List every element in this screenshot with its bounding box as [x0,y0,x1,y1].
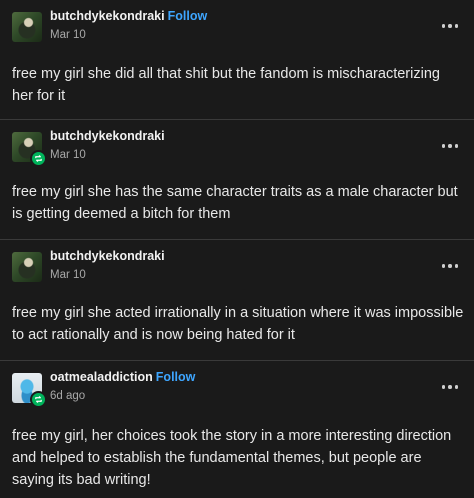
reblog-icon [30,391,47,408]
avatar[interactable] [12,252,42,282]
post-header: oatmealaddiction Follow 6d ago [12,371,195,408]
post-date[interactable]: 6d ago [50,390,195,403]
post-text: free my girl she has the same character … [12,184,458,222]
post-date[interactable]: Mar 10 [50,29,207,42]
username[interactable]: butchdykekondraki [50,129,165,143]
post-meta: oatmealaddiction Follow 6d ago [50,371,195,407]
avatar[interactable] [12,373,47,408]
post-header: butchdykekondraki Follow Mar 10 [12,10,207,46]
post: butchdykekondraki Follow Mar 10 free my g… [0,0,474,120]
post-feed: butchdykekondraki Follow Mar 10 free my g… [0,0,474,498]
post-date[interactable]: Mar 10 [50,269,165,282]
more-options-icon[interactable] [441,385,458,389]
post-header: butchdykekondraki Mar 10 [12,130,165,167]
reblog-icon [30,150,47,167]
username[interactable]: oatmealaddiction [50,370,153,384]
avatar[interactable] [12,132,47,167]
more-options-icon[interactable] [441,144,458,148]
avatar[interactable] [12,12,42,42]
post-header: butchdykekondraki Mar 10 [12,250,165,286]
more-options-icon[interactable] [441,24,458,28]
follow-button[interactable]: Follow [168,9,208,23]
username[interactable]: butchdykekondraki [50,9,165,23]
post-meta: butchdykekondraki Follow Mar 10 [50,10,207,46]
post: oatmealaddiction Follow 6d ago free my gi… [0,361,474,498]
post: butchdykekondraki Mar 10 free my girl sh… [0,240,474,361]
username[interactable]: butchdykekondraki [50,249,165,263]
post-text: free my girl she acted irrationally in a… [12,305,464,343]
more-options-icon[interactable] [441,264,458,268]
post-meta: butchdykekondraki Mar 10 [50,130,165,166]
follow-button[interactable]: Follow [156,370,196,384]
post-date[interactable]: Mar 10 [50,149,165,162]
post-meta: butchdykekondraki Mar 10 [50,250,165,286]
post-text: free my girl she did all that shit but t… [12,66,440,104]
post-text: free my girl, her choices took the story… [12,428,452,488]
post: butchdykekondraki Mar 10 free my girl sh… [0,120,474,240]
